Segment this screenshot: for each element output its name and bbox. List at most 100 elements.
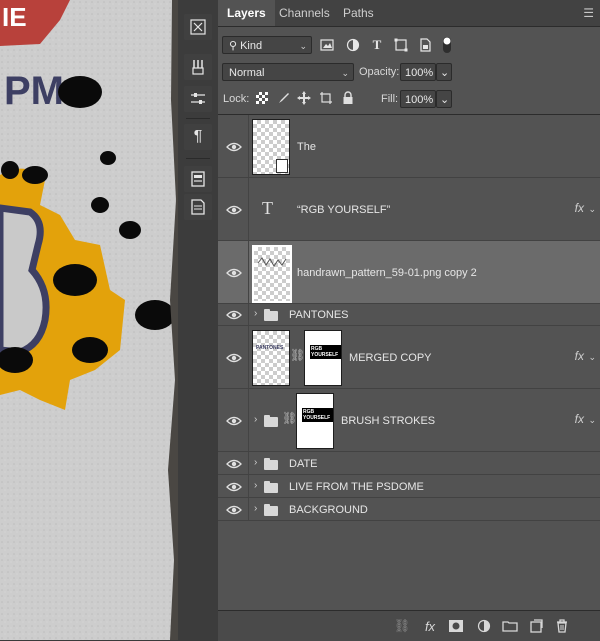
layer-name[interactable]: MERGED COPY xyxy=(349,352,432,364)
lock-label: Lock: xyxy=(223,93,250,105)
layer-row-the[interactable]: The xyxy=(218,115,600,178)
opacity-input[interactable]: 100% xyxy=(400,63,436,81)
layer-name[interactable]: PANTONES xyxy=(289,309,349,321)
lock-artboard-icon[interactable] xyxy=(318,90,334,106)
fill-dropdown-icon[interactable]: ⌄ xyxy=(436,90,452,108)
layer-name[interactable]: handrawn_pattern_59-01.png copy 2 xyxy=(297,267,477,279)
fx-icon[interactable]: fx xyxy=(575,412,584,426)
filter-adjustment-icon[interactable] xyxy=(344,36,362,54)
chevron-right-icon[interactable]: › xyxy=(254,457,257,468)
filter-toggle-icon[interactable] xyxy=(438,36,456,54)
eye-icon[interactable] xyxy=(226,204,242,216)
link-icon[interactable]: ⛓ xyxy=(290,348,305,362)
layers-list: The T “RGB YOURSELF” fx ⌄ handrawn_patte… xyxy=(218,114,600,611)
layer-thumbnail: PANTONES xyxy=(252,330,290,386)
lock-position-icon[interactable] xyxy=(296,90,312,106)
folder-icon xyxy=(264,415,278,427)
properties-icon[interactable] xyxy=(184,166,212,192)
notes-icon[interactable] xyxy=(184,194,212,220)
tab-paths[interactable]: Paths xyxy=(334,0,383,26)
filter-kind-select[interactable]: ⚲ Kind ⌄ xyxy=(222,36,312,54)
filter-type-icon[interactable]: T xyxy=(368,36,386,54)
paragraph-icon[interactable]: ¶ xyxy=(184,124,212,150)
merged-thumb-text: PANTONES xyxy=(256,345,284,351)
eye-icon[interactable] xyxy=(226,141,242,153)
layer-row-merged-copy[interactable]: PANTONES ⛓ RGB YOURSELF MERGED COPY fx ⌄ xyxy=(218,326,600,389)
eye-icon[interactable] xyxy=(226,352,242,364)
eye-icon[interactable] xyxy=(226,309,242,321)
layer-mask-thumbnail[interactable]: RGB YOURSELF xyxy=(304,330,342,386)
tab-channels[interactable]: Channels xyxy=(270,0,339,26)
navy-glyph-shape xyxy=(0,204,50,356)
layer-name[interactable]: The xyxy=(297,141,316,153)
tab-layers[interactable]: Layers xyxy=(218,0,275,26)
chevron-right-icon[interactable]: › xyxy=(254,414,257,425)
eye-icon[interactable] xyxy=(226,415,242,427)
panel-menu-icon[interactable]: ☰ xyxy=(583,6,594,20)
opacity-dropdown-icon[interactable]: ⌄ xyxy=(436,63,452,81)
layer-row-pantones[interactable]: › PANTONES xyxy=(218,304,600,326)
chevron-down-icon[interactable]: ⌄ xyxy=(588,415,596,426)
layer-thumbnail xyxy=(252,245,292,303)
layer-row-background[interactable]: › BACKGROUND xyxy=(218,498,600,521)
poster-top-fragment: IE xyxy=(2,2,27,32)
poster-headline-fragment: PM xyxy=(4,69,64,113)
fill-label: Fill: xyxy=(381,93,399,105)
lock-image-pixels-icon[interactable] xyxy=(276,90,292,106)
folder-icon xyxy=(264,309,278,321)
fx-icon[interactable]: fx xyxy=(420,616,440,636)
new-layer-icon[interactable] xyxy=(526,616,546,636)
new-group-icon[interactable] xyxy=(500,616,520,636)
eye-icon[interactable] xyxy=(226,267,242,279)
layer-name[interactable]: BRUSH STROKES xyxy=(341,415,435,427)
layer-row-handrawn-pattern[interactable]: handrawn_pattern_59-01.png copy 2 xyxy=(218,241,600,304)
layer-row-date[interactable]: › DATE xyxy=(218,452,600,475)
link-icon[interactable]: ⛓ xyxy=(282,411,297,425)
filter-pixel-icon[interactable] xyxy=(318,36,336,54)
panel-tabs: Layers Channels Paths ☰ xyxy=(218,0,600,27)
folder-icon xyxy=(264,481,278,493)
canvas-artwork: IE PM xyxy=(0,0,178,640)
brush-presets-icon[interactable] xyxy=(184,54,212,80)
chevron-down-icon: ⌄ xyxy=(341,68,349,78)
layer-mask-thumbnail[interactable]: RGB YOURSELF xyxy=(296,393,334,449)
link-layers-icon[interactable]: ⛓ xyxy=(392,616,412,636)
chevron-down-icon: ⌄ xyxy=(299,41,307,51)
eye-icon[interactable] xyxy=(226,481,242,493)
eye-icon[interactable] xyxy=(226,458,242,470)
chevron-right-icon[interactable]: › xyxy=(254,503,257,514)
layer-name[interactable]: BACKGROUND xyxy=(289,504,368,516)
panel-dock-strip: ¶ xyxy=(178,0,218,640)
character-icon[interactable] xyxy=(184,14,212,40)
filter-kind-label: Kind xyxy=(240,40,263,52)
chevron-down-icon[interactable]: ⌄ xyxy=(588,204,596,215)
adjustment-layer-icon[interactable] xyxy=(474,616,494,636)
fill-input[interactable]: 100% xyxy=(400,90,436,108)
document-canvas[interactable]: IE PM xyxy=(0,0,178,640)
layer-row-rgb-yourself[interactable]: T “RGB YOURSELF” fx ⌄ xyxy=(218,178,600,241)
fx-icon[interactable]: fx xyxy=(575,201,584,215)
eye-icon[interactable] xyxy=(226,504,242,516)
layer-row-brush-strokes[interactable]: › ⛓ RGB YOURSELF BRUSH STROKES fx ⌄ xyxy=(218,389,600,452)
chevron-right-icon[interactable]: › xyxy=(254,480,257,491)
layers-bottom-toolbar: ⛓ fx xyxy=(218,610,600,641)
delete-layer-icon[interactable] xyxy=(552,616,572,636)
opacity-label: Opacity: xyxy=(359,66,400,78)
smart-object-badge-icon xyxy=(276,159,288,173)
chevron-down-icon[interactable]: ⌄ xyxy=(588,352,596,363)
layer-row-live-from-the-psdome[interactable]: › LIVE FROM THE PSDOME xyxy=(218,475,600,498)
layer-name[interactable]: LIVE FROM THE PSDOME xyxy=(289,481,424,493)
lock-all-icon[interactable] xyxy=(340,90,356,106)
adjust-icon[interactable] xyxy=(184,86,212,112)
chevron-right-icon[interactable]: › xyxy=(254,308,257,319)
add-mask-icon[interactable] xyxy=(446,616,466,636)
fx-icon[interactable]: fx xyxy=(575,349,584,363)
layer-name[interactable]: DATE xyxy=(289,458,318,470)
filter-shape-icon[interactable] xyxy=(392,36,410,54)
layer-name[interactable]: “RGB YOURSELF” xyxy=(297,204,390,216)
text-layer-icon: T xyxy=(262,198,273,218)
blend-mode-value: Normal xyxy=(229,67,265,79)
blend-mode-select[interactable]: Normal ⌄ xyxy=(222,63,354,81)
lock-transparent-pixels-icon[interactable] xyxy=(254,90,270,106)
filter-smart-object-icon[interactable] xyxy=(416,36,434,54)
